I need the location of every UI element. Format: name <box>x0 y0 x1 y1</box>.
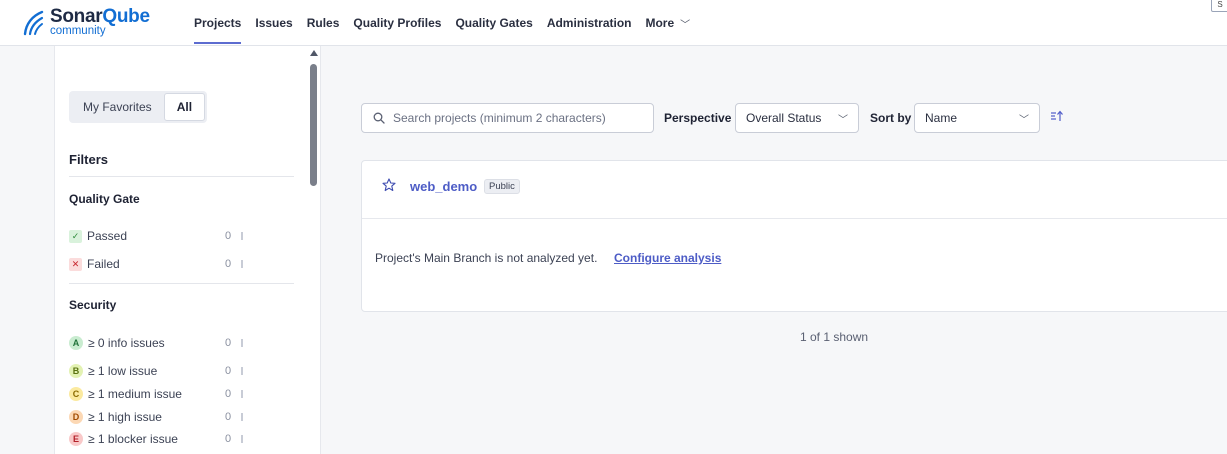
scrollbar-thumb[interactable] <box>310 64 317 186</box>
visibility-badge: Public <box>484 179 520 194</box>
filters-sidebar: My Favorites All Filters Quality Gate ✓ … <box>54 46 321 454</box>
logo-wordmark: SonarQube <box>50 5 150 27</box>
facet-bar <box>241 339 243 347</box>
shown-count: 1 of 1 shown <box>800 330 869 344</box>
scroll-up-arrow-icon[interactable] <box>310 50 318 56</box>
facet-count: 0 <box>225 433 232 445</box>
nav-rules[interactable]: Rules <box>307 0 340 46</box>
sort-ascending-icon[interactable] <box>1050 110 1064 125</box>
grade-d-icon: D <box>69 410 83 424</box>
facet-security-c[interactable]: C ≥ 1 medium issue 0 <box>69 385 299 403</box>
chevron-down-icon: ﹀ <box>680 19 691 31</box>
facet-count: 0 <box>225 411 232 423</box>
project-card: web_demo Public Project's Main Branch is… <box>361 160 1227 312</box>
filters-title: Filters <box>69 152 109 167</box>
corner-chip[interactable]: S <box>1211 0 1227 12</box>
not-analyzed-message: Project's Main Branch is not analyzed ye… <box>375 251 598 265</box>
cross-icon: ✕ <box>69 257 82 271</box>
facet-label: ≥ 1 high issue <box>88 410 162 424</box>
divider <box>69 176 294 177</box>
sort-by-label: Sort by <box>870 111 912 125</box>
facet-label: ≥ 1 low issue <box>88 364 158 378</box>
sidebar-scrollbar[interactable] <box>309 46 319 454</box>
top-navigation-bar: SonarQube community Projects Issues Rule… <box>0 0 1227 46</box>
facet-label: Failed <box>87 257 120 271</box>
security-title: Security <box>69 298 117 312</box>
all-projects-button[interactable]: All <box>163 93 206 121</box>
sonarqube-logo[interactable]: SonarQube community <box>22 5 150 39</box>
project-card-header: web_demo Public <box>362 161 1227 219</box>
check-icon: ✓ <box>69 229 82 243</box>
facet-bar <box>241 435 243 443</box>
facet-bar <box>241 232 243 240</box>
configure-analysis-link[interactable]: Configure analysis <box>614 251 721 265</box>
logo-edition: community <box>50 24 106 37</box>
facet-count: 0 <box>225 365 232 377</box>
facet-passed[interactable]: ✓ Passed 0 <box>69 227 299 245</box>
favorite-star-icon[interactable] <box>382 178 396 192</box>
facet-failed[interactable]: ✕ Failed 0 <box>69 255 299 273</box>
nav-projects[interactable]: Projects <box>194 0 242 46</box>
facet-bar <box>241 260 243 268</box>
facet-security-a[interactable]: A ≥ 0 info issues 0 <box>69 334 299 352</box>
project-search-box[interactable] <box>361 103 654 133</box>
facet-label: ≥ 1 blocker issue <box>88 432 178 446</box>
quality-gate-title: Quality Gate <box>69 192 140 206</box>
facet-count: 0 <box>225 337 232 349</box>
facet-security-e[interactable]: E ≥ 1 blocker issue 0 <box>69 430 299 448</box>
perspective-label: Perspective <box>664 111 732 125</box>
sort-value: Name <box>925 111 958 125</box>
search-icon <box>373 112 385 124</box>
chevron-down-icon: ﹀ <box>1019 114 1029 126</box>
grade-e-icon: E <box>69 432 83 446</box>
facet-bar <box>241 367 243 375</box>
facet-count: 0 <box>225 230 232 242</box>
perspective-select[interactable]: Overall Status ﹀ <box>735 103 859 133</box>
facet-count: 0 <box>225 258 232 270</box>
nav-quality-gates[interactable]: Quality Gates <box>455 0 532 46</box>
nav-quality-profiles[interactable]: Quality Profiles <box>353 0 441 46</box>
facet-bar <box>241 413 243 421</box>
nav-more[interactable]: More ﹀ <box>645 0 690 46</box>
facet-label: Passed <box>87 229 128 243</box>
grade-c-icon: C <box>69 387 83 401</box>
facet-label: ≥ 1 medium issue <box>88 387 182 401</box>
project-name-link[interactable]: web_demo <box>410 179 477 194</box>
nav-administration[interactable]: Administration <box>547 0 632 46</box>
divider <box>69 283 294 284</box>
facet-label: ≥ 0 info issues <box>88 336 165 350</box>
perspective-value: Overall Status <box>746 111 822 125</box>
search-input[interactable] <box>393 111 633 125</box>
facet-bar <box>241 390 243 398</box>
facet-count: 0 <box>225 388 232 400</box>
chevron-down-icon: ﹀ <box>838 114 848 126</box>
facet-security-d[interactable]: D ≥ 1 high issue 0 <box>69 408 299 426</box>
facet-security-b[interactable]: B ≥ 1 low issue 0 <box>69 362 299 380</box>
main-nav: Projects Issues Rules Quality Profiles Q… <box>194 0 704 46</box>
favorites-toggle: My Favorites All <box>69 91 208 123</box>
nav-issues[interactable]: Issues <box>255 0 292 46</box>
my-favorites-button[interactable]: My Favorites <box>71 93 164 121</box>
grade-b-icon: B <box>69 364 83 378</box>
sonarqube-wave-icon <box>23 10 44 36</box>
sort-select[interactable]: Name ﹀ <box>914 103 1040 133</box>
grade-a-icon: A <box>69 336 83 350</box>
